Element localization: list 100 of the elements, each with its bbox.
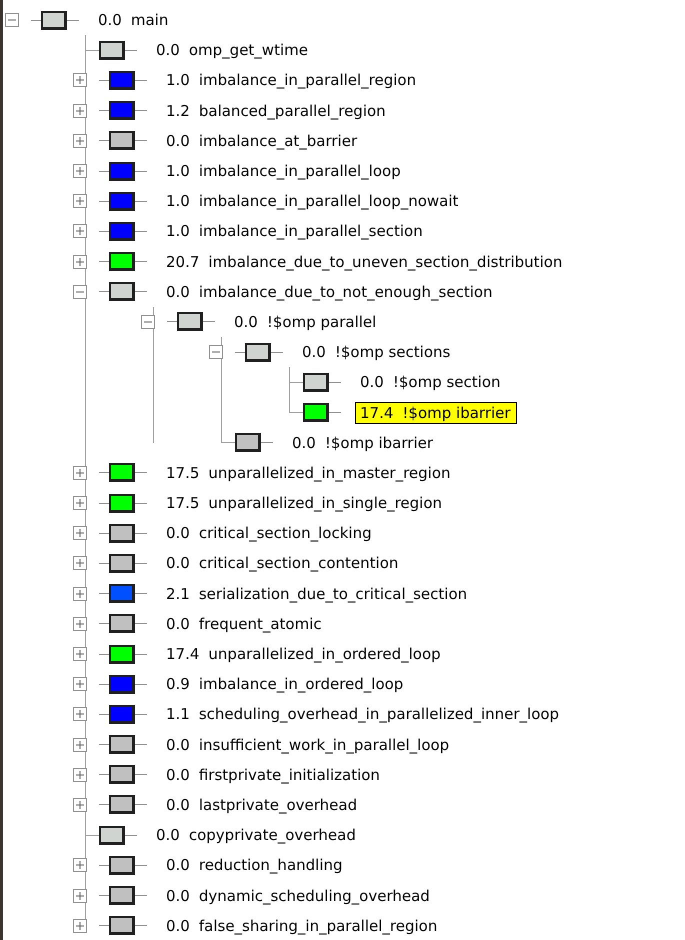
expand-icon[interactable]: [73, 194, 87, 208]
node-label: !$omp ibarrier: [324, 434, 434, 452]
expand-icon[interactable]: [73, 164, 87, 178]
node-value: 0.0: [156, 41, 180, 60]
expand-icon[interactable]: [73, 798, 87, 812]
node-label: serialization_due_to_critical_section: [198, 584, 468, 603]
node-label: unparallelized_in_single_region: [208, 494, 442, 512]
collapse-icon[interactable]: [73, 284, 87, 299]
tree-node[interactable]: 0.0 omp_get_wtime: [151, 39, 314, 62]
tree-node[interactable]: 0.0 imbalance_due_to_not_enough_section: [161, 280, 499, 303]
collapse-icon[interactable]: [141, 314, 155, 329]
tree-node[interactable]: 0.0 imbalance_at_barrier: [161, 130, 364, 152]
tree-node[interactable]: 0.0 critical_section_contention: [161, 552, 404, 574]
node-label: firstprivate_initialization: [198, 766, 380, 784]
node-label: !$omp sections: [334, 343, 450, 362]
expand-icon[interactable]: [73, 526, 87, 540]
expand-icon[interactable]: [73, 556, 87, 570]
node-value: 17.4: [166, 645, 200, 664]
expand-icon[interactable]: [73, 858, 87, 872]
expand-icon[interactable]: [73, 768, 87, 782]
expand-icon[interactable]: [73, 73, 87, 88]
node-label: reduction_handling: [198, 856, 343, 874]
tree-node[interactable]: 0.0 !$omp parallel: [229, 310, 382, 333]
expand-icon[interactable]: [73, 918, 87, 933]
node-label: scheduling_overhead_in_parallelized_inner_loop: [198, 705, 560, 724]
node-label: critical_section_contention: [198, 554, 398, 572]
tree-node[interactable]: 1.1 scheduling_overhead_in_parallelized_inner_loop: [161, 703, 566, 726]
expand-icon[interactable]: [73, 104, 87, 118]
tree-node[interactable]: 0.0 reduction_handling: [161, 854, 349, 876]
node-value: 0.0: [166, 916, 190, 935]
tree-node[interactable]: 1.2 balanced_parallel_region: [161, 100, 392, 122]
tree-node[interactable]: 0.0 !$omp ibarrier: [287, 432, 440, 454]
tree-node[interactable]: 0.0 frequent_atomic: [161, 612, 328, 635]
expand-icon[interactable]: [73, 707, 87, 722]
node-label: lastprivate_overhead: [198, 796, 358, 814]
node-label: !$omp section: [392, 373, 501, 392]
tree-node[interactable]: 0.0 false_sharing_in_parallel_region: [161, 914, 444, 937]
tree-node[interactable]: 0.0 insufficient_work_in_parallel_loop: [161, 734, 456, 756]
tree-node[interactable]: 0.0 critical_section_locking: [161, 522, 378, 544]
tree-node[interactable]: 2.1 serialization_due_to_critical_section: [161, 582, 474, 605]
node-value: 0.0: [166, 856, 190, 874]
node-label: imbalance_at_barrier: [198, 132, 358, 150]
collapse-icon[interactable]: [5, 13, 19, 28]
node-label: imbalance_due_to_uneven_section_distribution: [208, 252, 562, 271]
expand-icon[interactable]: [73, 586, 87, 601]
node-label: copyprivate_overhead: [188, 826, 356, 844]
collapse-icon[interactable]: [209, 345, 223, 360]
node-value: 0.0: [98, 11, 122, 30]
tree-node[interactable]: 0.9 imbalance_in_ordered_loop: [161, 673, 410, 696]
expand-icon[interactable]: [73, 134, 87, 148]
node-label: imbalance_in_parallel_loop: [198, 162, 401, 180]
expand-icon[interactable]: [73, 616, 87, 631]
expand-icon[interactable]: [73, 738, 87, 752]
tree-node[interactable]: 1.0 imbalance_in_parallel_section: [161, 220, 429, 242]
tree-node[interactable]: 0.0 dynamic_scheduling_overhead: [161, 884, 436, 907]
node-label: unparallelized_in_ordered_loop: [208, 645, 441, 664]
node-value: 0.0: [166, 282, 190, 301]
tree-node[interactable]: 17.4 !$omp ibarrier: [355, 402, 517, 424]
node-label: unparallelized_in_master_region: [208, 464, 451, 482]
node-value: 0.0: [166, 524, 190, 542]
node-value: 20.7: [166, 252, 200, 271]
tree-node[interactable]: 1.0 imbalance_in_parallel_loop: [161, 160, 407, 182]
tree-node[interactable]: 0.0 firstprivate_initialization: [161, 764, 386, 786]
expand-icon[interactable]: [73, 466, 87, 480]
node-label: !$omp parallel: [266, 312, 376, 331]
node-value: 1.0: [166, 162, 190, 180]
node-value: 0.0: [166, 886, 190, 905]
tree-node[interactable]: 1.0 imbalance_in_parallel_loop_nowait: [161, 190, 464, 212]
expand-icon[interactable]: [73, 647, 87, 662]
node-label: insufficient_work_in_parallel_loop: [198, 736, 450, 754]
node-value: 1.2: [166, 102, 190, 120]
node-value: 2.1: [166, 584, 190, 603]
tree-node[interactable]: 20.7 imbalance_due_to_uneven_section_distribution: [161, 250, 568, 273]
tree-node[interactable]: 17.5 unparallelized_in_single_region: [161, 492, 448, 514]
node-value: 0.0: [166, 132, 190, 150]
expand-icon[interactable]: [73, 254, 87, 269]
tree-node[interactable]: 0.0 lastprivate_overhead: [161, 794, 364, 816]
node-value: 0.0: [156, 826, 180, 844]
expand-icon[interactable]: [73, 888, 87, 903]
node-label: imbalance_due_to_not_enough_section: [198, 282, 493, 301]
node-value: 0.9: [166, 675, 190, 694]
expand-icon[interactable]: [73, 224, 87, 238]
node-value: 1.0: [166, 222, 190, 240]
node-value: 1.0: [166, 192, 190, 210]
node-value: 0.0: [166, 614, 190, 633]
tree-node[interactable]: 0.0 !$omp sections: [297, 341, 456, 364]
tree-node[interactable]: 0.0 main: [93, 9, 174, 32]
node-label: imbalance_in_ordered_loop: [198, 675, 404, 694]
node-label: critical_section_locking: [198, 524, 372, 542]
tree-node[interactable]: 0.0 !$omp section: [355, 371, 507, 394]
node-value: 17.4: [360, 404, 394, 422]
tree-node[interactable]: 1.0 imbalance_in_parallel_region: [161, 69, 422, 92]
tree-node[interactable]: 17.5 unparallelized_in_master_region: [161, 462, 457, 484]
node-value: 0.0: [360, 373, 384, 392]
node-label: main: [130, 11, 168, 30]
expand-icon[interactable]: [73, 496, 87, 510]
tree-node[interactable]: 0.0 copyprivate_overhead: [151, 824, 362, 846]
tree-node[interactable]: 17.4 unparallelized_in_ordered_loop: [161, 643, 447, 666]
node-label: !$omp ibarrier: [402, 404, 511, 422]
expand-icon[interactable]: [73, 677, 87, 692]
